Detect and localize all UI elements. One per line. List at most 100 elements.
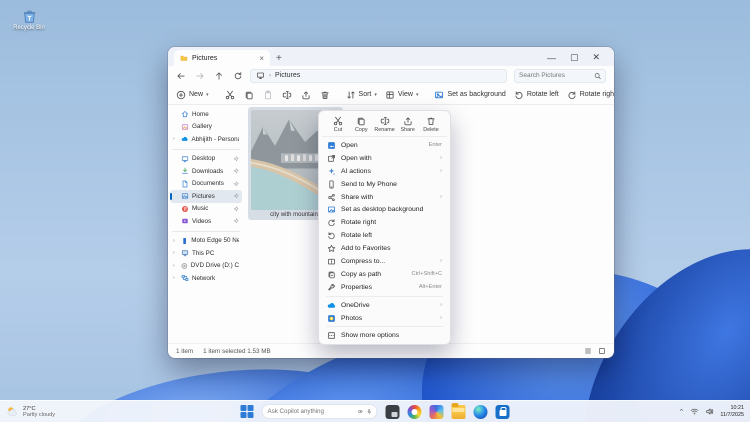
menu-item-add-to-favorites[interactable]: Add to Favorites	[322, 242, 447, 255]
maximize-button[interactable]: ▢	[570, 52, 579, 63]
sidebar-item-documents[interactable]: Documents	[170, 178, 242, 191]
pin-icon	[233, 218, 239, 224]
clock-time: 10:21	[720, 405, 744, 412]
sidebar-item-desktop[interactable]: Desktop	[170, 153, 242, 166]
menu-item-share-with[interactable]: Share with ›	[322, 191, 447, 204]
expand-chevron-icon[interactable]: ›	[173, 263, 178, 269]
rename-button[interactable]: Rename	[375, 116, 395, 133]
new-button[interactable]: New▾	[176, 90, 209, 100]
copilot-search-input[interactable]	[268, 408, 355, 415]
sidebar-item-pictures[interactable]: Pictures	[170, 190, 242, 203]
rotate-right-button[interactable]: Rotate right	[567, 90, 614, 100]
sidebar-item-downloads[interactable]: Downloads	[170, 165, 242, 178]
refresh-icon[interactable]	[233, 71, 243, 81]
network-wifi-icon[interactable]	[690, 407, 699, 416]
taskview-icon[interactable]	[386, 405, 400, 419]
rotate-left-button[interactable]: Rotate left	[514, 90, 559, 100]
copilot-search-box[interactable]	[262, 404, 378, 419]
breadcrumb[interactable]: › Pictures	[250, 69, 507, 83]
sidebar-item-music[interactable]: Music	[170, 203, 242, 216]
menu-item-open-with[interactable]: Open with ›	[322, 152, 447, 165]
microphone-icon[interactable]	[366, 407, 372, 416]
quick-action-label: Cut	[334, 127, 342, 133]
expand-chevron-icon[interactable]: ›	[173, 238, 178, 244]
sidebar-item-label: Moto Edge 50 Neo	[191, 237, 239, 244]
paint-app-icon[interactable]	[430, 405, 444, 419]
menu-item-send-to-phone[interactable]: Send to My Phone	[322, 178, 447, 191]
rename-icon[interactable]	[282, 90, 292, 100]
up-icon[interactable]	[214, 71, 224, 81]
search-box[interactable]	[514, 69, 606, 83]
thumbnail-view-toggle-icon[interactable]	[598, 347, 606, 355]
expand-chevron-icon[interactable]: ›	[173, 250, 178, 256]
quick-action-label: Copy	[355, 127, 368, 133]
menu-item-show-more-options[interactable]: Show more options	[322, 329, 447, 342]
menu-item-rotate-left[interactable]: Rotate left	[322, 229, 447, 242]
microsoft-store-icon[interactable]	[496, 405, 510, 419]
minimize-button[interactable]: —	[547, 53, 556, 63]
close-button[interactable]: ✕	[592, 52, 600, 63]
sidebar-item-gallery[interactable]: Gallery	[170, 121, 242, 134]
sidebar-item-this-pc[interactable]: › This PC	[170, 247, 242, 260]
start-button[interactable]	[241, 405, 254, 418]
submenu-chevron-icon: ›	[440, 194, 442, 200]
share-icon[interactable]	[301, 90, 311, 100]
sidebar-item-onedrive[interactable]: › Abhijith - Personal	[170, 133, 242, 146]
edge-browser-icon[interactable]	[474, 405, 488, 419]
recycle-bin-shortcut[interactable]: Recycle Bin	[8, 8, 50, 31]
copy-as-path-icon	[327, 270, 336, 279]
taskbar-clock[interactable]: 10:21 11/7/2025	[720, 405, 744, 419]
copy-icon[interactable]	[244, 90, 254, 100]
expand-chevron-icon[interactable]: ›	[173, 275, 178, 281]
menu-item-copy-as-path[interactable]: Copy as path Ctrl+Shift+C	[322, 268, 447, 281]
search-input[interactable]	[519, 72, 594, 79]
copy-button[interactable]: Copy	[351, 116, 371, 133]
share-button[interactable]: Share	[398, 116, 418, 133]
cut-icon[interactable]	[225, 90, 235, 100]
menu-item-open[interactable]: Open Enter	[322, 139, 447, 152]
quick-action-label: Share	[401, 127, 415, 133]
speaker-icon[interactable]	[705, 407, 714, 416]
weather-widget[interactable]: 27°C Partly cloudy	[6, 405, 176, 418]
back-icon[interactable]	[176, 71, 186, 81]
menu-item-photos[interactable]: Photos ›	[322, 312, 447, 325]
sidebar-item-phone[interactable]: › Moto Edge 50 Neo	[170, 235, 242, 248]
sidebar-item-network[interactable]: › Network	[170, 272, 242, 285]
menu-item-set-as-desktop-background[interactable]: Set as desktop background	[322, 203, 447, 216]
tab-close-icon[interactable]: ×	[259, 54, 264, 63]
delete-button[interactable]: Delete	[421, 116, 441, 133]
menu-item-onedrive[interactable]: OneDrive ›	[322, 299, 447, 312]
weather-icon	[6, 405, 19, 418]
photos-app-icon	[327, 314, 336, 323]
menu-shortcut: Alt+Enter	[419, 284, 442, 290]
view-button[interactable]: View▾	[385, 90, 419, 100]
forward-icon[interactable]	[195, 71, 205, 81]
set-as-background-button[interactable]: Set as background	[434, 90, 505, 100]
new-icon	[176, 90, 186, 100]
menu-item-label: Share with	[341, 194, 373, 201]
delete-icon[interactable]	[320, 90, 330, 100]
expand-chevron-icon[interactable]: ›	[173, 136, 178, 142]
pin-icon	[233, 193, 239, 199]
list-view-toggle-icon[interactable]	[584, 347, 592, 355]
pin-icon	[233, 168, 239, 174]
image-icon	[434, 90, 444, 100]
tab-pictures[interactable]: Pictures ×	[174, 50, 270, 66]
menu-item-ai-actions[interactable]: AI actions ›	[322, 165, 447, 178]
sidebar-item-home[interactable]: Home	[170, 108, 242, 121]
cut-button[interactable]: Cut	[328, 116, 348, 133]
hidden-icons-chevron[interactable]: ⌃	[679, 408, 685, 416]
sidebar-item-dvd-drive[interactable]: › DVD Drive (D:) CCC	[170, 260, 242, 273]
paste-icon[interactable]	[263, 90, 273, 100]
desktop: Recycle Bin Pictures × + — ▢ ✕	[0, 0, 750, 422]
photos-app-icon[interactable]	[408, 405, 422, 419]
sidebar-item-videos[interactable]: Videos	[170, 215, 242, 228]
file-explorer-icon[interactable]	[452, 405, 466, 419]
system-tray: ⌃ 10:21 11/7/2025	[679, 405, 744, 419]
menu-item-compress-to[interactable]: Compress to... ›	[322, 255, 447, 268]
selection-info: 1 item selected 1.53 MB	[203, 348, 271, 355]
sort-button[interactable]: Sort▾	[346, 90, 377, 100]
menu-item-rotate-right[interactable]: Rotate right	[322, 216, 447, 229]
new-tab-button[interactable]: +	[276, 53, 282, 66]
menu-item-properties[interactable]: Properties Alt+Enter	[322, 281, 447, 294]
